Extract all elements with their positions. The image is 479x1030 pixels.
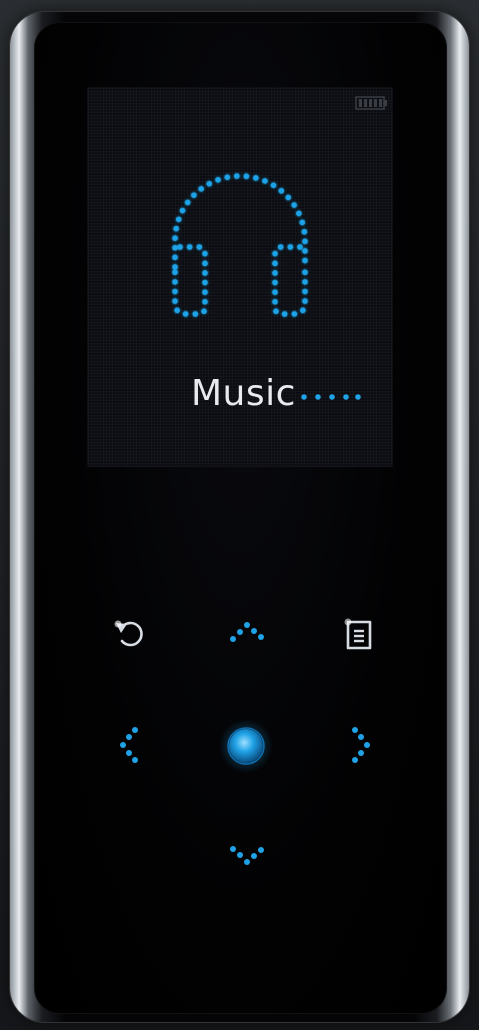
right-button[interactable] bbox=[344, 722, 378, 768]
battery-icon bbox=[355, 96, 387, 110]
left-button[interactable] bbox=[112, 722, 146, 768]
back-button[interactable] bbox=[108, 612, 156, 656]
back-icon bbox=[114, 620, 143, 647]
app-label-row: Music bbox=[87, 367, 393, 427]
chevron-right-icon bbox=[352, 727, 370, 763]
select-button[interactable] bbox=[218, 718, 274, 774]
chevron-up-icon bbox=[230, 622, 264, 642]
menu-button[interactable] bbox=[336, 610, 382, 656]
headphones-icon bbox=[172, 173, 308, 317]
chevron-down-icon bbox=[230, 846, 264, 865]
select-icon bbox=[219, 719, 273, 773]
progress-dots-icon bbox=[301, 394, 361, 400]
display-screen: Music bbox=[87, 87, 393, 467]
app-label: Music bbox=[191, 373, 296, 414]
up-button[interactable] bbox=[226, 614, 272, 648]
chevron-left-icon bbox=[120, 727, 138, 763]
background: Music bbox=[0, 0, 479, 1030]
menu-icon bbox=[344, 618, 372, 650]
down-button[interactable] bbox=[226, 840, 272, 874]
